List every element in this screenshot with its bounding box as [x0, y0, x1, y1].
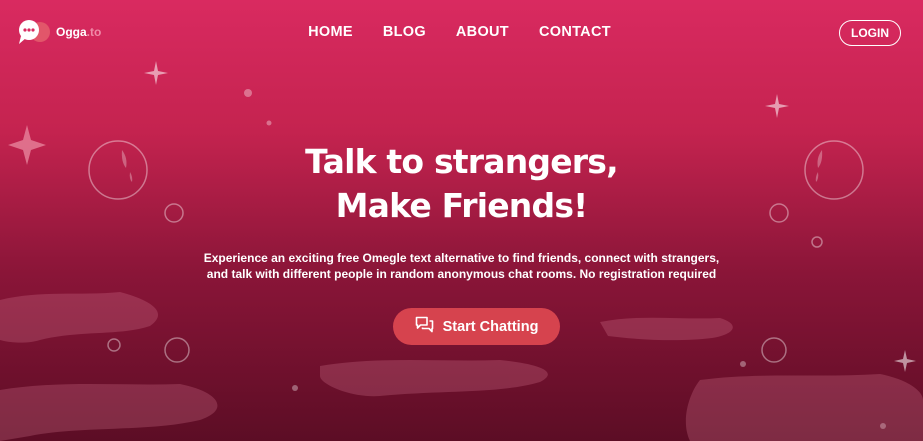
sparkle-icon	[894, 350, 916, 372]
brand-name: Ogga.to	[56, 25, 102, 39]
bubble	[164, 337, 190, 363]
sparkle-icon	[765, 94, 789, 118]
login-button[interactable]: LOGIN	[839, 20, 901, 46]
nav-contact[interactable]: CONTACT	[524, 24, 626, 40]
brand-logo[interactable]: Ogga.to	[18, 18, 101, 46]
bubble	[761, 337, 787, 363]
chat-bubbles-icon	[415, 316, 434, 337]
bubble	[107, 338, 121, 352]
hero-title: Talk to strangers, Make Friends!	[0, 140, 923, 228]
hero-subtitle-line1: Experience an exciting free Omegle text …	[203, 251, 720, 265]
hero-title-line1: Talk to strangers,	[305, 142, 619, 181]
hero-subtitle: Experience an exciting free Omegle text …	[152, 250, 772, 282]
nav-about[interactable]: ABOUT	[441, 24, 524, 40]
hero-title-line2: Make Friends!	[335, 186, 589, 225]
main-nav: HOME BLOG ABOUT CONTACT	[0, 23, 923, 41]
nav-blog[interactable]: BLOG	[368, 24, 441, 40]
nav-home[interactable]: HOME	[293, 24, 368, 40]
sparkle-icon	[144, 61, 168, 85]
hero-subtitle-line2: and talk with different people in random…	[206, 267, 717, 281]
start-chatting-label: Start Chatting	[442, 318, 539, 335]
logo-chat-icon	[18, 18, 52, 46]
start-chatting-button[interactable]: Start Chatting	[393, 308, 560, 345]
hero-section: Talk to strangers, Make Friends! Experie…	[0, 140, 923, 282]
